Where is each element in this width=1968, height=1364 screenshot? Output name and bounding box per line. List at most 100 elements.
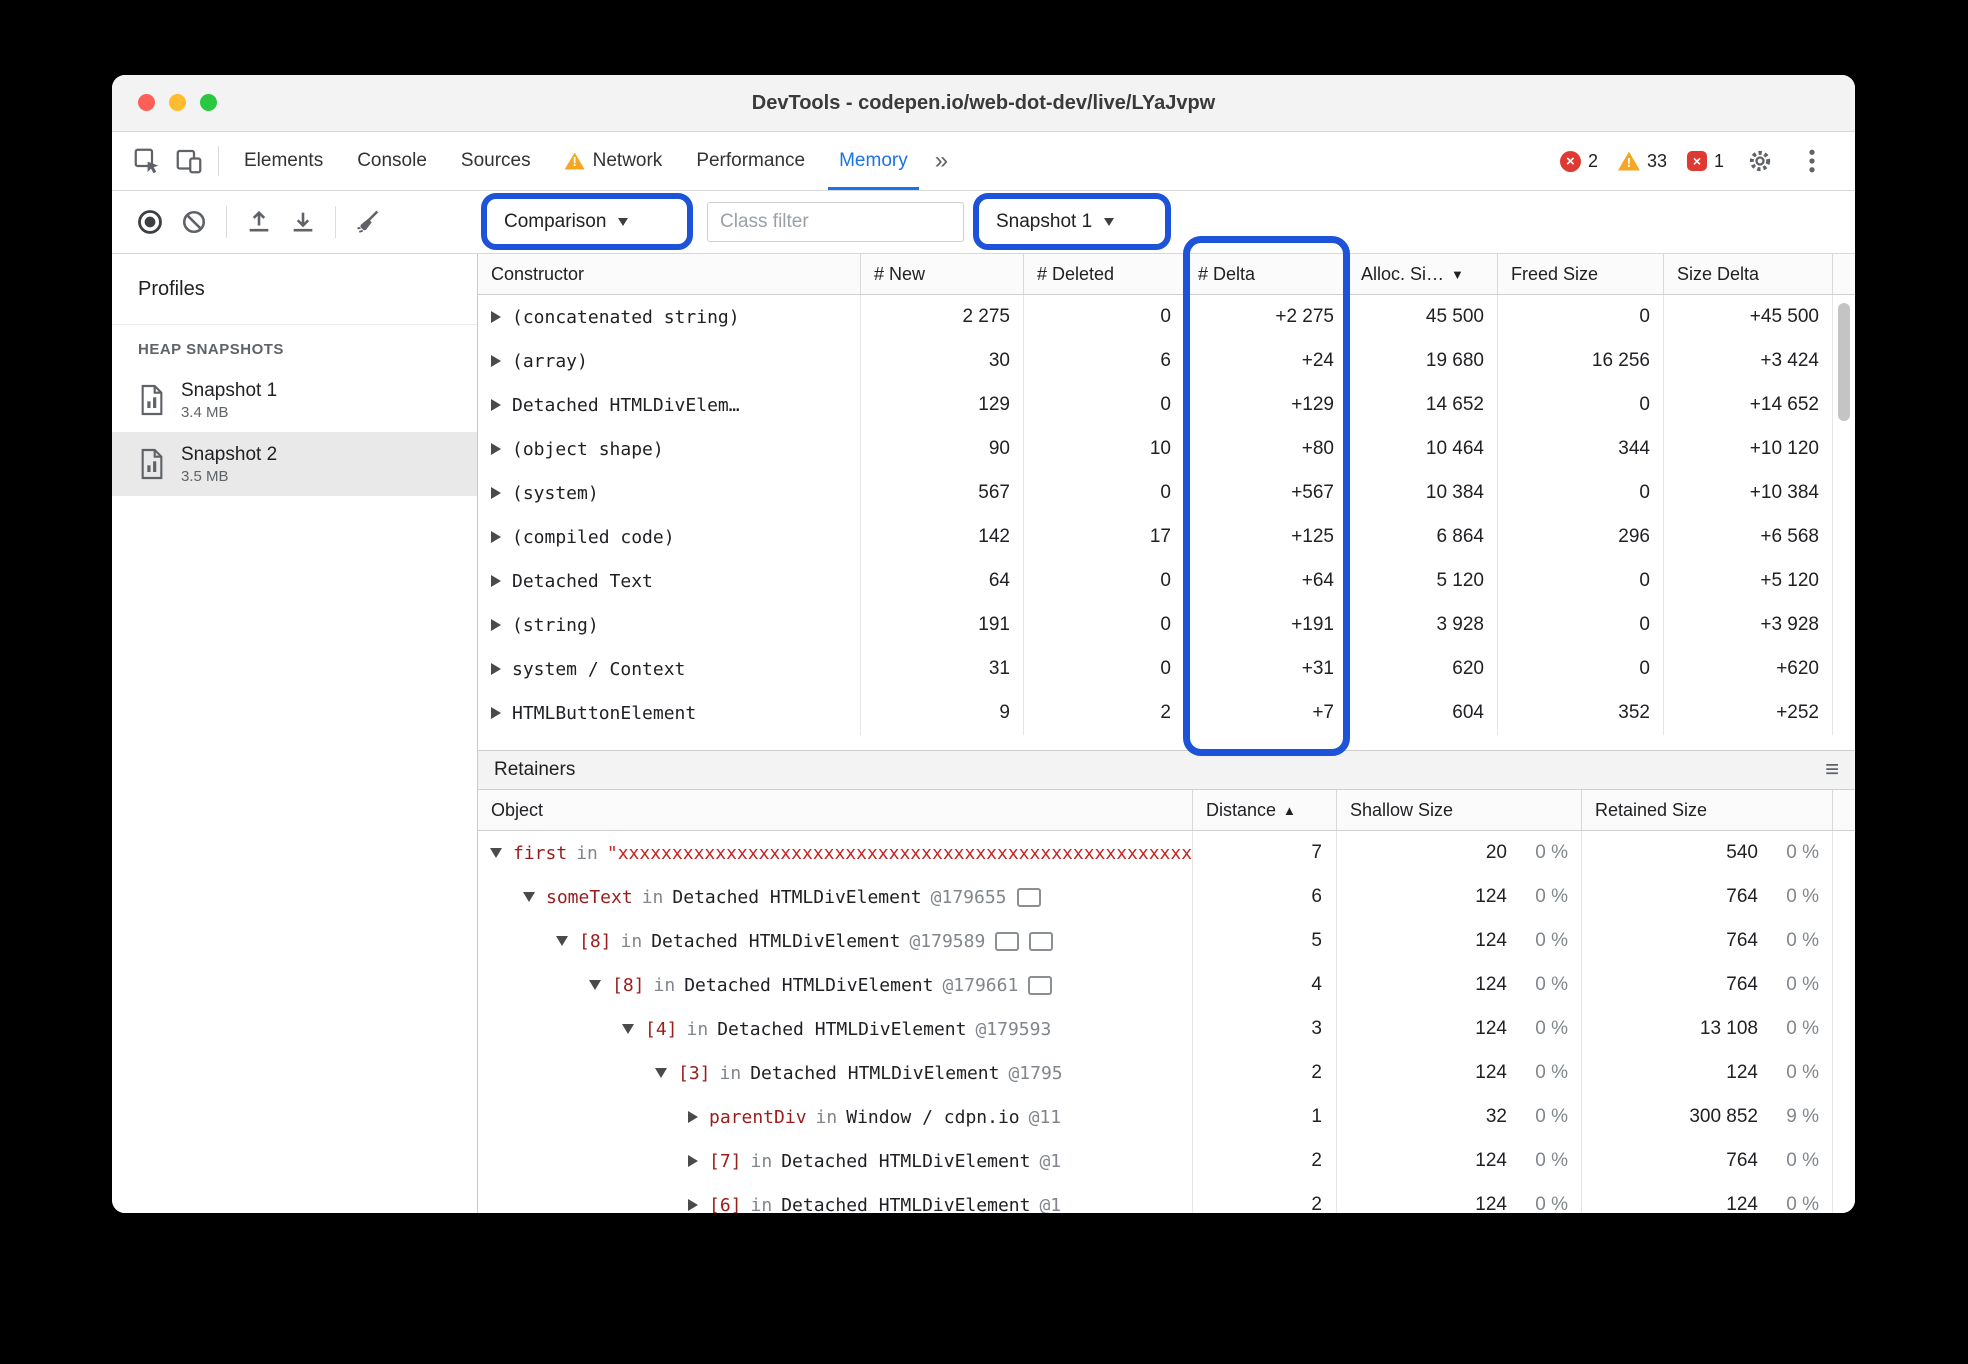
console-warnings-indicator[interactable]: ! 33 bbox=[1613, 151, 1672, 172]
clear-profiles-button[interactable] bbox=[172, 200, 216, 244]
column-header-retained-size[interactable]: Retained Size bbox=[1582, 790, 1833, 830]
table-row[interactable]: Detached Text 64 0 +64 5 120 0 +5 120 bbox=[478, 559, 1855, 603]
alloc-size: 6 864 bbox=[1348, 515, 1498, 559]
retained-size-percent: 0 % bbox=[1786, 930, 1819, 951]
column-header-distance[interactable]: Distance ▲ bbox=[1193, 790, 1337, 830]
minimize-window-button[interactable] bbox=[169, 94, 186, 111]
expand-arrow-icon[interactable] bbox=[491, 311, 501, 323]
shallow-size-percent: 0 % bbox=[1535, 842, 1568, 863]
column-header-freed-size[interactable]: Freed Size bbox=[1498, 254, 1664, 294]
tab-network[interactable]: ! Network bbox=[548, 132, 680, 190]
expand-arrow-icon[interactable] bbox=[491, 443, 501, 455]
reveal-icon[interactable] bbox=[995, 931, 1020, 951]
table-row[interactable]: HTMLButtonElement 9 2 +7 604 352 +252 bbox=[478, 691, 1855, 735]
tab-sources[interactable]: Sources bbox=[444, 132, 548, 190]
table-row[interactable]: (system) 567 0 +567 10 384 0 +10 384 bbox=[478, 471, 1855, 515]
expand-arrow-icon[interactable] bbox=[491, 531, 501, 543]
class-filter-input[interactable] bbox=[707, 202, 964, 242]
expand-arrow-icon[interactable] bbox=[491, 575, 501, 587]
device-toolbar-button[interactable] bbox=[168, 141, 210, 181]
delta-count: +129 bbox=[1185, 383, 1348, 427]
expand-arrow-icon[interactable] bbox=[491, 355, 501, 367]
close-window-button[interactable] bbox=[138, 94, 155, 111]
collapse-arrow-icon[interactable] bbox=[589, 980, 601, 990]
collect-garbage-button[interactable] bbox=[346, 200, 390, 244]
deleted-count: 2 bbox=[1024, 691, 1185, 735]
collapse-arrow-icon[interactable] bbox=[490, 848, 502, 858]
heap-comparison-view: Constructor # New # Deleted # Delta Allo… bbox=[478, 254, 1855, 1213]
expand-arrow-icon[interactable] bbox=[688, 1111, 698, 1123]
devtools-menu-button[interactable] bbox=[1791, 141, 1833, 181]
table-row[interactable]: (compiled code) 142 17 +125 6 864 296 +6… bbox=[478, 515, 1855, 559]
table-row[interactable]: (string) 191 0 +191 3 928 0 +3 928 bbox=[478, 603, 1855, 647]
table-row[interactable]: (object shape) 90 10 +80 10 464 344 +10 … bbox=[478, 427, 1855, 471]
expand-arrow-icon[interactable] bbox=[491, 399, 501, 411]
retainer-row[interactable]: someText in Detached HTMLDivElement @179… bbox=[478, 875, 1855, 919]
column-header-new[interactable]: # New bbox=[861, 254, 1024, 294]
table-row[interactable]: (array) 30 6 +24 19 680 16 256 +3 424 bbox=[478, 339, 1855, 383]
status-cluster: × 2 ! 33 × 1 bbox=[1555, 141, 1841, 181]
edge-connector: in bbox=[750, 1194, 773, 1214]
retainer-row[interactable]: parentDiv in Window / cdpn.io @11 1 32 0 … bbox=[478, 1095, 1855, 1139]
table-row[interactable]: (concatenated string) 2 275 0 +2 275 45 … bbox=[478, 295, 1855, 339]
inspect-element-button[interactable] bbox=[126, 141, 168, 181]
delta-count: +567 bbox=[1185, 471, 1348, 515]
collapse-arrow-icon[interactable] bbox=[556, 936, 568, 946]
scrollbar-thumb[interactable] bbox=[1838, 303, 1850, 421]
retainer-row[interactable]: [3] in Detached HTMLDivElement @1795 2 1… bbox=[478, 1051, 1855, 1095]
tab-console[interactable]: Console bbox=[340, 132, 444, 190]
reveal-icon[interactable] bbox=[1028, 975, 1053, 995]
column-header-size-delta[interactable]: Size Delta bbox=[1664, 254, 1833, 294]
expand-arrow-icon[interactable] bbox=[688, 1199, 698, 1211]
expand-arrow-icon[interactable] bbox=[491, 707, 501, 719]
tab-label: Network bbox=[592, 150, 663, 171]
table-row[interactable]: Detached HTMLDivElem… 129 0 +129 14 652 … bbox=[478, 383, 1855, 427]
retainer-row[interactable]: first in "xxxxxxxxxxxxxxxxxxxxxxxxxxxxxx… bbox=[478, 831, 1855, 875]
constructor-name: (compiled code) bbox=[512, 526, 675, 548]
scrollbar-track[interactable] bbox=[1833, 295, 1855, 750]
sidebar-item-snapshot-2[interactable]: Snapshot 2 3.5 MB bbox=[112, 432, 477, 496]
column-header-alloc-size[interactable]: Alloc. Si… ▼ bbox=[1348, 254, 1498, 294]
retainer-row[interactable]: [8] in Detached HTMLDivElement @179589 5… bbox=[478, 919, 1855, 963]
load-profile-button[interactable] bbox=[237, 200, 281, 244]
column-label: Alloc. Si… bbox=[1361, 263, 1445, 284]
record-heap-snapshot-button[interactable] bbox=[128, 200, 172, 244]
sidebar-item-snapshot-1[interactable]: Snapshot 1 3.4 MB bbox=[112, 368, 477, 432]
collapse-arrow-icon[interactable] bbox=[655, 1068, 667, 1078]
column-header-delta[interactable]: # Delta bbox=[1185, 254, 1348, 294]
retainer-row[interactable]: [8] in Detached HTMLDivElement @179661 4… bbox=[478, 963, 1855, 1007]
maximize-window-button[interactable] bbox=[200, 94, 217, 111]
table-row[interactable]: system / Context 31 0 +31 620 0 +620 bbox=[478, 647, 1855, 691]
retainer-row[interactable]: [4] in Detached HTMLDivElement @179593 3… bbox=[478, 1007, 1855, 1051]
retainer-row[interactable]: [7] in Detached HTMLDivElement @1 2 124 0… bbox=[478, 1139, 1855, 1183]
column-header-constructor[interactable]: Constructor bbox=[478, 254, 861, 294]
edge-name: [8] bbox=[612, 974, 645, 996]
distance-value: 1 bbox=[1193, 1095, 1337, 1139]
base-snapshot-select[interactable]: Snapshot 1 bbox=[996, 203, 1115, 241]
retainers-menu-icon[interactable]: ≡ bbox=[1825, 756, 1839, 784]
shallow-size-value: 124 bbox=[1475, 1018, 1507, 1039]
expand-arrow-icon[interactable] bbox=[491, 663, 501, 675]
column-header-object[interactable]: Object bbox=[478, 790, 1193, 830]
blocked-indicator[interactable]: × 1 bbox=[1682, 151, 1729, 172]
expand-arrow-icon[interactable] bbox=[688, 1155, 698, 1167]
collapse-arrow-icon[interactable] bbox=[523, 892, 535, 902]
expand-arrow-icon[interactable] bbox=[491, 487, 501, 499]
save-profile-button[interactable] bbox=[281, 200, 325, 244]
tab-memory[interactable]: Memory bbox=[822, 132, 925, 190]
collapse-arrow-icon[interactable] bbox=[622, 1024, 634, 1034]
reveal-icon[interactable] bbox=[1029, 931, 1054, 951]
tab-elements[interactable]: Elements bbox=[227, 132, 340, 190]
reveal-icon[interactable] bbox=[1016, 887, 1041, 907]
expand-arrow-icon[interactable] bbox=[491, 619, 501, 631]
retainer-row[interactable]: [6] in Detached HTMLDivElement @1 2 124 0… bbox=[478, 1183, 1855, 1213]
settings-button[interactable] bbox=[1739, 141, 1781, 181]
more-tabs-button[interactable]: » bbox=[925, 147, 958, 175]
perspective-select[interactable]: Comparison bbox=[504, 203, 629, 241]
gear-icon bbox=[1749, 150, 1771, 172]
tab-performance[interactable]: Performance bbox=[679, 132, 822, 190]
alloc-size: 3 928 bbox=[1348, 603, 1498, 647]
console-errors-indicator[interactable]: × 2 bbox=[1555, 150, 1603, 172]
column-header-deleted[interactable]: # Deleted bbox=[1024, 254, 1185, 294]
column-header-shallow-size[interactable]: Shallow Size bbox=[1337, 790, 1582, 830]
